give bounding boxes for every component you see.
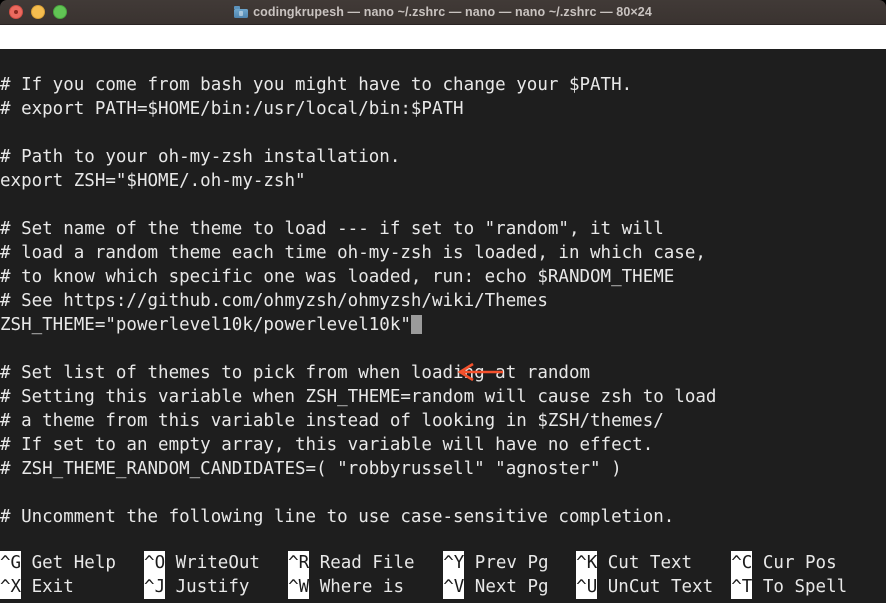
shortcut-key: ^T [731,575,753,599]
shortcut-label: Next Pg [464,577,549,597]
shortcut-key: ^U [576,575,598,599]
shortcut-label: Cut Text [597,553,693,573]
shortcut-ctrl-w[interactable]: ^W Where is [288,575,404,599]
window-title-text: codingkrupesh — nano ~/.zshrc — nano — n… [253,5,652,19]
editor-line: # If set to an empty array, this variabl… [0,435,654,455]
shortcut-ctrl-v[interactable]: ^V Next Pg [443,575,549,599]
shortcut-label: Justify [165,577,250,597]
shortcut-ctrl-y[interactable]: ^Y Prev Pg [443,551,549,575]
shortcut-ctrl-j[interactable]: ^J Justify [144,575,249,599]
window-titlebar[interactable]: codingkrupesh — nano ~/.zshrc — nano — n… [0,0,886,25]
shortcut-key-bar: ^G Get Help ^O WriteOut ^R Read File ^Y Pre… [0,551,886,603]
editor-text-area[interactable]: # If you come from bash you might have t… [0,49,886,528]
editor-line: # a theme from this variable instead of … [0,411,664,431]
editor-line: export ZSH="$HOME/.oh-my-zsh" [0,171,306,191]
shortcut-label: WriteOut [165,553,260,573]
shortcut-key: ^X [0,575,22,599]
text-cursor [410,315,422,334]
shortcut-ctrl-c[interactable]: ^C Cur Pos [731,551,837,575]
editor-line: # load a random theme each time oh-my-zs… [0,243,706,263]
editor-line: # Uncomment the following line to use ca… [0,507,675,527]
editor-line: # Set name of the theme to load --- if s… [0,219,664,239]
shortcut-ctrl-u[interactable]: ^U UnCut Text [576,575,713,599]
shortcut-ctrl-x[interactable]: ^X Exit [0,575,74,599]
minimize-button[interactable] [31,5,45,19]
shortcut-key: ^R [288,551,310,575]
shortcut-key: ^J [144,575,166,599]
shortcut-key: ^G [0,551,22,575]
shortcut-key: ^W [288,575,310,599]
editor-line: # If you come from bash you might have t… [0,75,633,95]
shortcut-row-2: ^X Exit ^J Justify ^W Where is ^V Next Pg ^U… [0,575,886,599]
nano-header-bar: UW PICO 5.09 File: /Users/codingkrupesh/… [0,25,886,49]
shortcut-key: ^O [144,551,166,575]
shortcut-label: Get Help [21,553,116,573]
editor-lines: # If you come from bash you might have t… [0,49,886,528]
maximize-button[interactable] [53,5,67,19]
shortcut-row-1: ^G Get Help ^O WriteOut ^R Read File ^Y Pre… [0,551,886,575]
shortcut-key: ^Y [443,551,465,575]
shortcut-ctrl-t[interactable]: ^T To Spell [731,575,847,599]
shortcut-key: ^C [731,551,753,575]
shortcut-ctrl-r[interactable]: ^R Read File [288,551,415,575]
shortcut-label: Exit [21,577,74,597]
folder-icon [234,6,249,18]
shortcut-ctrl-g[interactable]: ^G Get Help [0,551,116,575]
shortcut-label: Where is [309,577,404,597]
shortcut-label: UnCut Text [597,577,714,597]
shortcut-key: ^V [443,575,465,599]
shortcut-label: Prev Pg [464,553,549,573]
window-controls [9,0,67,24]
editor-line: # See https://github.com/ohmyzsh/ohmyzsh… [0,291,548,311]
editor-line: ZSH_THEME="powerlevel10k/powerlevel10k" [0,313,886,337]
editor-line: # Setting this variable when ZSH_THEME=r… [0,387,717,407]
close-button[interactable] [9,5,23,19]
window-title-group: codingkrupesh — nano ~/.zshrc — nano — n… [234,5,652,19]
editor-line: # ZSH_THEME_RANDOM_CANDIDATES=( "robbyru… [0,459,622,479]
shortcut-key: ^K [576,551,598,575]
editor-line: # Set list of themes to pick from when l… [0,363,591,383]
shortcut-ctrl-o[interactable]: ^O WriteOut [144,551,260,575]
shortcut-label: Read File [309,553,415,573]
shortcut-ctrl-k[interactable]: ^K Cut Text [576,551,692,575]
shortcut-label: To Spell [752,577,848,597]
terminal-window: codingkrupesh — nano ~/.zshrc — nano — n… [0,0,886,603]
editor-line: # export PATH=$HOME/bin:/usr/local/bin:$… [0,99,464,119]
editor-line: # to know which specific one was loaded,… [0,267,675,287]
editor-line: # Path to your oh-my-zsh installation. [0,147,401,167]
shortcut-label: Cur Pos [752,553,837,573]
